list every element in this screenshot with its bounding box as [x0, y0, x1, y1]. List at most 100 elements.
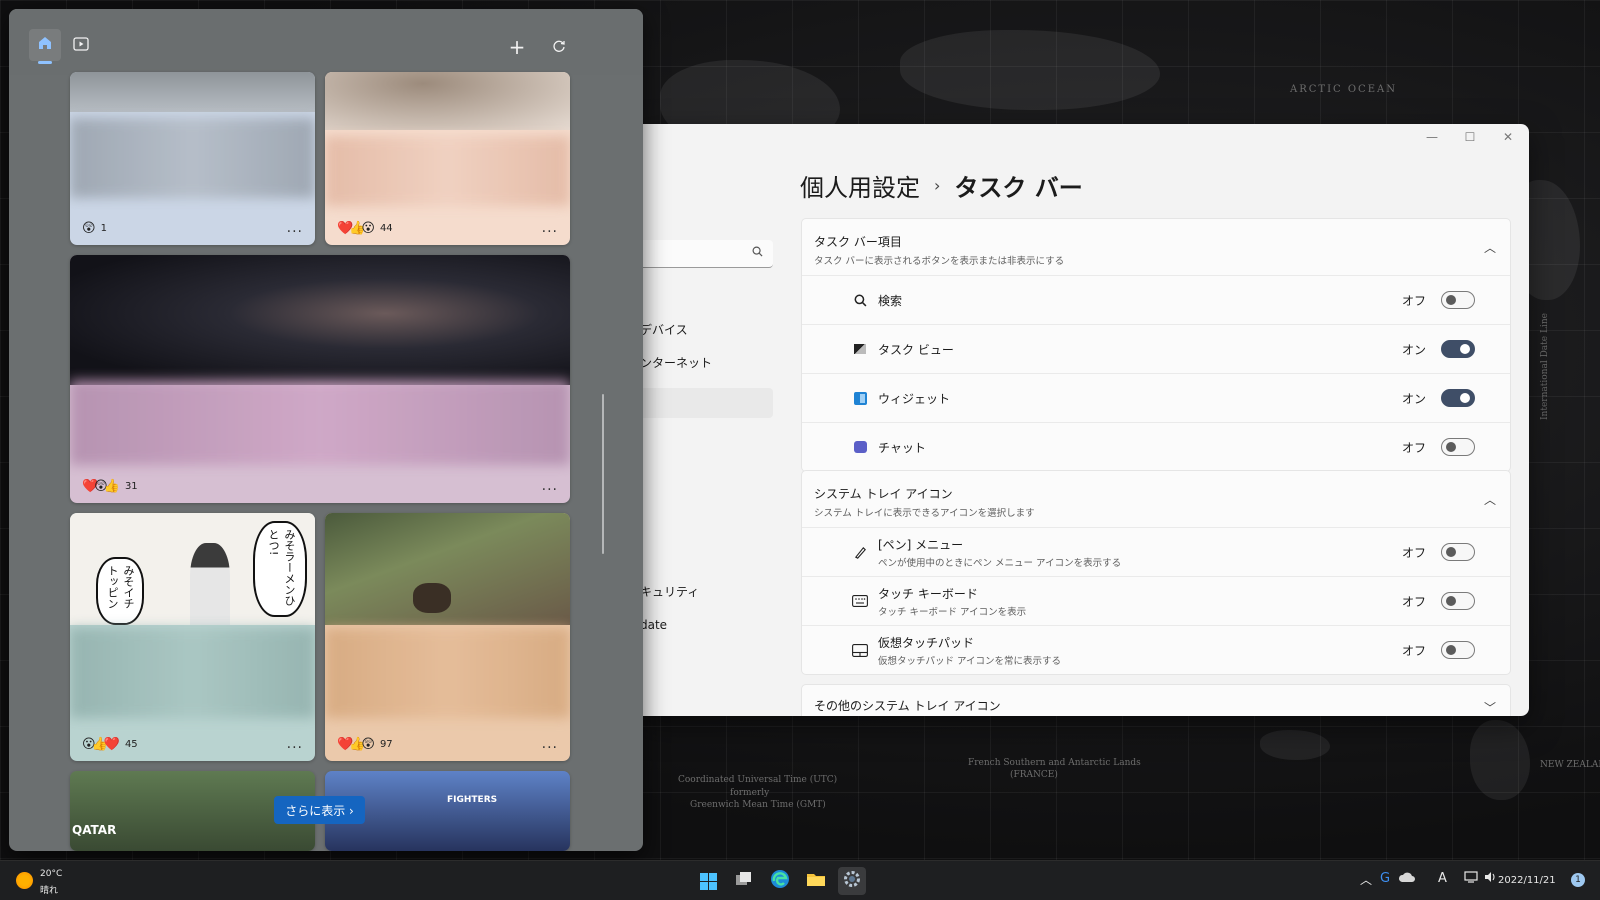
toggle-state-text: オフ [1401, 643, 1426, 658]
card-image-text: QATAR [72, 823, 117, 837]
widgets-icon [852, 390, 868, 406]
add-widget-button[interactable]: + [501, 31, 533, 63]
more-options-button[interactable]: ... [542, 220, 558, 236]
toggle-state-text: オフ [1401, 545, 1426, 560]
touch-keyboard-toggle[interactable] [1441, 592, 1475, 610]
weather-condition: 晴れ [40, 886, 59, 896]
card-headline-blurred [70, 628, 315, 718]
more-options-button[interactable]: ... [287, 220, 303, 236]
ime-mode-indicator[interactable]: A [1438, 871, 1447, 886]
show-more-button[interactable]: さらに表示 › [274, 796, 365, 824]
sidebar-item-personalization-selected[interactable] [640, 388, 773, 418]
setting-label: 仮想タッチパッド [878, 635, 975, 650]
widgets-toggle[interactable] [1441, 389, 1475, 407]
news-card[interactable]: ❤️👍😮 44 ... [325, 72, 570, 245]
search-toggle[interactable] [1441, 291, 1475, 309]
sidebar-item-windows-update[interactable]: date [640, 610, 667, 640]
sidebar-item-network[interactable]: ンターネット [640, 347, 712, 377]
refresh-button[interactable] [543, 31, 575, 63]
chevron-up-icon[interactable]: ︿ [1484, 491, 1496, 508]
task-view-icon [735, 871, 753, 891]
video-tab[interactable] [65, 29, 97, 61]
task-view-button[interactable] [730, 867, 758, 895]
taskbar-items-header[interactable]: タスク バー項目 タスク バーに表示されるボタンを表示または非表示にする ︿ [802, 219, 1510, 275]
more-options-button[interactable]: ... [287, 736, 303, 752]
setting-label: チャット [878, 440, 926, 455]
setting-row-pen-menu: [ペン] メニュー ペンが使用中のときにペン メニュー アイコンを表示する オフ [802, 527, 1510, 576]
file-explorer-button[interactable] [802, 867, 830, 895]
wallpaper-label: International Date Line [1540, 313, 1550, 420]
reaction-icons[interactable]: ❤️👍😮 [337, 221, 375, 236]
page-title: タスク バー [954, 174, 1083, 202]
network-icon[interactable] [1464, 871, 1478, 887]
sidebar-item-privacy-security[interactable]: キュリティ [640, 576, 699, 606]
toggle-state-text: オン [1401, 342, 1426, 357]
chat-toggle[interactable] [1441, 438, 1475, 456]
news-card[interactable]: みそラーメンひとつ! みそイチトッピン 😮👍❤️ 45 ... [70, 513, 315, 761]
sunny-icon [16, 872, 33, 889]
chat-icon [852, 439, 868, 455]
reaction-count: 97 [379, 738, 393, 750]
manga-speech-bubble: みそイチトッピン [96, 557, 144, 625]
close-button[interactable]: ✕ [1489, 124, 1527, 150]
settings-app-button[interactable] [838, 867, 866, 895]
setting-description: 仮想タッチパッド アイコンを常に表示する [878, 655, 1062, 667]
setting-label: 検索 [878, 293, 903, 308]
settings-search-input[interactable] [640, 240, 773, 268]
more-options-button[interactable]: ... [542, 736, 558, 752]
reaction-icons[interactable]: 😲 [82, 221, 95, 236]
gear-icon [843, 870, 861, 892]
setting-row-widgets: ウィジェット オン [802, 373, 1510, 422]
setting-label: タッチ キーボード [878, 586, 978, 601]
widgets-scrollbar[interactable] [602, 394, 604, 554]
system-tray-header[interactable]: システム トレイ アイコン システム トレイに表示できるアイコンを選択します ︿ [802, 471, 1510, 527]
card-footer: ❤️👍😲 97 ... [325, 727, 570, 761]
reaction-icons[interactable]: ❤️👍😲 [337, 737, 375, 752]
pen-menu-toggle[interactable] [1441, 543, 1475, 561]
sidebar-item-devices[interactable]: デバイス [640, 314, 688, 344]
reaction-count: 45 [124, 738, 138, 750]
news-card[interactable]: ❤️😲👍 31 ... [70, 255, 570, 503]
reaction-count: 1 [100, 222, 107, 234]
breadcrumb: 個人用設定 › タスク バー [800, 168, 1083, 203]
minimize-button[interactable]: — [1413, 124, 1451, 150]
section-title: その他のシステム トレイ アイコン [814, 699, 1001, 713]
section-title: システム トレイ アイコン [814, 487, 953, 501]
wallpaper-landmass [1260, 730, 1330, 760]
task-view-toggle[interactable] [1441, 340, 1475, 358]
show-hidden-icons-button[interactable]: ︿ [1360, 871, 1372, 888]
virtual-touchpad-toggle[interactable] [1441, 641, 1475, 659]
chevron-down-icon[interactable]: ﹀ [1484, 699, 1496, 716]
toggle-state-text: オン [1401, 391, 1426, 406]
chevron-up-icon[interactable]: ︿ [1484, 239, 1496, 256]
card-footer: ❤️😲👍 31 ... [70, 469, 570, 503]
breadcrumb-parent[interactable]: 個人用設定 [800, 168, 920, 203]
maximize-button[interactable]: ☐ [1451, 124, 1489, 150]
reaction-icons[interactable]: ❤️😲👍 [82, 479, 120, 494]
news-card[interactable]: 😲 1 ... [70, 72, 315, 245]
edge-button[interactable] [766, 867, 794, 895]
card-headline-blurred [70, 118, 315, 198]
other-tray-icons-section[interactable]: その他のシステム トレイ アイコン ﹀ [801, 684, 1511, 716]
news-card[interactable]: ❤️👍😲 97 ... [325, 513, 570, 761]
volume-icon[interactable] [1484, 871, 1497, 887]
home-icon [37, 35, 53, 55]
google-icon[interactable]: G [1380, 871, 1390, 886]
card-image-text: FIGHTERS [447, 795, 498, 805]
more-options-button[interactable]: ... [542, 478, 558, 494]
notification-badge[interactable]: 1 [1571, 873, 1585, 887]
system-tray-section: システム トレイ アイコン システム トレイに表示できるアイコンを選択します ︿… [801, 470, 1511, 675]
manga-speech-bubble: みそラーメンひとつ! [253, 521, 307, 617]
home-tab[interactable] [29, 29, 61, 64]
setting-row-task-view: タスク ビュー オン [802, 324, 1510, 373]
reaction-icons[interactable]: 😮👍❤️ [82, 737, 120, 752]
start-button[interactable] [694, 867, 722, 895]
system-clock[interactable]: 2022/11/21 [1498, 875, 1556, 886]
reaction-count: 44 [379, 222, 393, 234]
card-footer: 😮👍❤️ 45 ... [70, 727, 315, 761]
other-tray-icons-header[interactable]: その他のシステム トレイ アイコン ﹀ [802, 685, 1510, 716]
card-headline-blurred [70, 380, 570, 465]
breadcrumb-separator-icon: › [934, 176, 941, 195]
onedrive-icon[interactable] [1398, 871, 1416, 887]
card-footer: 😲 1 ... [70, 211, 315, 245]
